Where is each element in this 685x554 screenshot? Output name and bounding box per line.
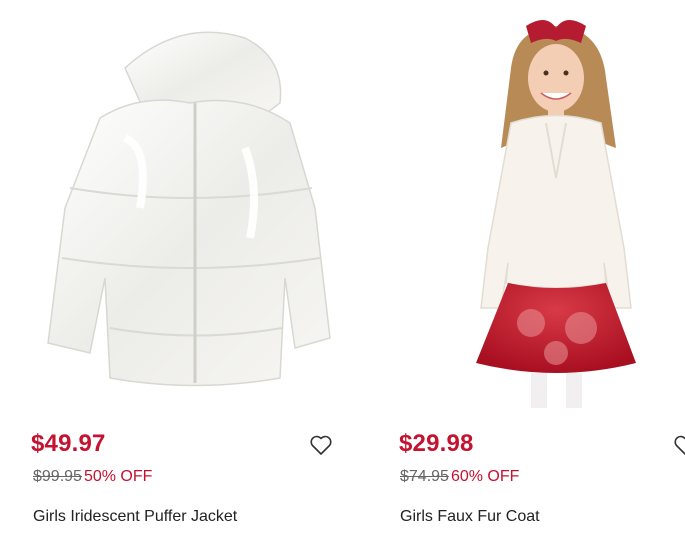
product-image-puffer-jacket[interactable] bbox=[30, 8, 350, 398]
heart-outline-icon[interactable] bbox=[309, 434, 333, 456]
discount-badge: 50% OFF bbox=[83, 468, 153, 485]
price-row: $74.95 60% OFF bbox=[400, 468, 519, 486]
faux-fur-coat-illustration bbox=[476, 19, 636, 408]
discount-badge: 60% OFF bbox=[450, 468, 520, 485]
product-image-faux-fur-coat[interactable] bbox=[456, 8, 656, 408]
original-price: $99.95 bbox=[33, 468, 82, 485]
sale-price: $29.98 bbox=[399, 430, 474, 457]
original-price: $74.95 bbox=[400, 468, 449, 485]
price-row: $99.95 50% OFF bbox=[33, 468, 152, 486]
product-name[interactable]: Girls Faux Fur Coat bbox=[400, 508, 540, 526]
sale-price: $49.97 bbox=[31, 430, 106, 457]
product-name[interactable]: Girls Iridescent Puffer Jacket bbox=[33, 508, 237, 526]
puffer-jacket-illustration bbox=[47, 31, 331, 387]
heart-outline-icon[interactable] bbox=[673, 434, 685, 456]
